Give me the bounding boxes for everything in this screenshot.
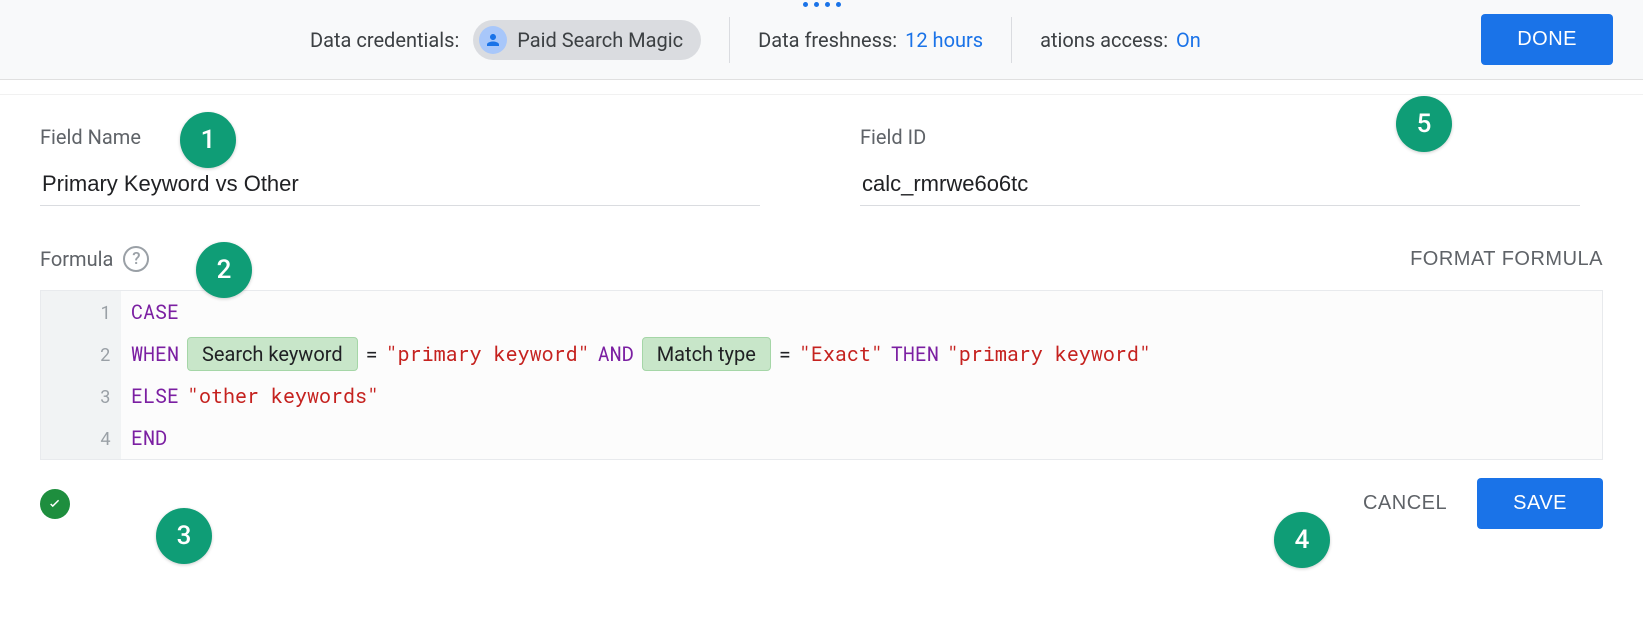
check-icon: [40, 489, 70, 519]
field-name-label: Field Name: [40, 125, 760, 149]
callout-3: 3: [156, 508, 212, 564]
keyword-when: WHEN: [131, 341, 179, 367]
keyword-then: THEN: [891, 341, 939, 367]
field-name-group: Field Name: [40, 125, 760, 206]
help-icon[interactable]: ?: [123, 246, 149, 272]
top-bar: Data credentials: Paid Search Magic Data…: [0, 0, 1643, 80]
field-pill-match-type[interactable]: Match type: [642, 337, 771, 371]
callout-5: 5: [1396, 96, 1452, 152]
field-pill-search-keyword[interactable]: Search keyword: [187, 337, 358, 371]
callout-1: 1: [180, 112, 236, 168]
field-id-label: Field ID: [860, 125, 1580, 149]
string-literal: "primary keyword": [947, 341, 1151, 367]
keyword-case: CASE: [131, 299, 179, 325]
avatar-icon: [479, 26, 507, 54]
save-button[interactable]: SAVE: [1477, 478, 1603, 529]
string-literal: "other keywords": [187, 383, 379, 409]
formula-editor[interactable]: 1 CASE 2 WHEN Search keyword = "primary …: [40, 290, 1603, 460]
field-id-input[interactable]: [860, 163, 1580, 206]
done-button[interactable]: DONE: [1481, 14, 1613, 65]
freshness-value: 12 hours: [905, 28, 983, 52]
keyword-end: END: [131, 425, 167, 451]
keyword-else: ELSE: [131, 383, 179, 409]
line-number: 3: [41, 375, 121, 417]
data-freshness[interactable]: Data freshness: 12 hours: [758, 28, 983, 52]
credentials-label: Data credentials:: [310, 28, 459, 52]
drag-handle-icon[interactable]: [803, 2, 841, 7]
formula-label: Formula: [40, 247, 113, 271]
access-value: On: [1176, 28, 1201, 52]
access-label: ations access:: [1040, 28, 1168, 52]
string-literal: "primary keyword": [386, 341, 590, 367]
callout-2: 2: [196, 242, 252, 298]
divider: [729, 17, 730, 63]
cancel-button[interactable]: CANCEL: [1363, 492, 1447, 515]
freshness-label: Data freshness:: [758, 28, 897, 52]
access-setting[interactable]: ations access: On: [1040, 28, 1201, 52]
operator-equals: =: [366, 341, 378, 367]
divider: [1011, 17, 1012, 63]
line-number: 2: [41, 333, 121, 375]
credentials-chip[interactable]: Paid Search Magic: [473, 20, 701, 60]
editor-panel: Field Name Field ID Formula ? FORMAT FOR…: [0, 94, 1643, 529]
keyword-and: AND: [598, 341, 634, 367]
line-number: 4: [41, 417, 121, 459]
field-id-group: Field ID: [860, 125, 1580, 206]
credentials-value: Paid Search Magic: [517, 28, 683, 52]
format-formula-button[interactable]: FORMAT FORMULA: [1410, 248, 1603, 271]
line-number: 1: [41, 291, 121, 333]
field-name-input[interactable]: [40, 163, 760, 206]
operator-equals: =: [779, 341, 791, 367]
string-literal: "Exact": [799, 341, 883, 367]
data-credentials: Data credentials: Paid Search Magic: [310, 20, 701, 60]
callout-4: 4: [1274, 512, 1330, 568]
